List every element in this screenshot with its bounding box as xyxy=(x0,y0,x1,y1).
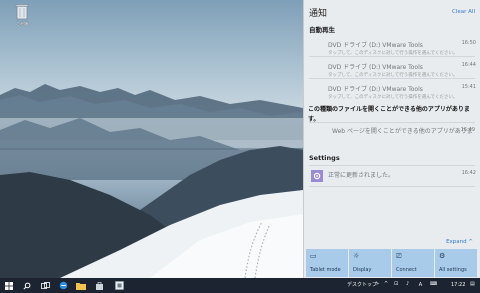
settings-group-title: Settings xyxy=(309,154,340,162)
divider xyxy=(309,122,475,123)
notification-time: 16:44 xyxy=(461,62,476,68)
notification-time: 16:42 xyxy=(461,170,476,176)
chevron-up-icon: ^ xyxy=(468,239,473,245)
connect-icon: ⎚ xyxy=(396,252,402,260)
notification-settings[interactable]: 正常に更新されました。 16:42 xyxy=(328,170,476,179)
recycle-bin-shortcut[interactable]: ごみ箱 xyxy=(12,3,32,29)
settings-gear-icon: ⚙ xyxy=(439,252,446,260)
notification-time: 15:41 xyxy=(461,84,476,90)
notification-title: DVD ドライブ (D:) VMware Tools xyxy=(328,86,423,93)
notification-autoplay-3[interactable]: DVD ドライブ (D:) VMware Tools タップして、このディスクに… xyxy=(328,84,476,100)
expand-quick-actions[interactable]: Expand ^ xyxy=(446,239,473,245)
notification-subtitle: タップして、このディスクに対して行う操作を選んでください。 xyxy=(328,95,458,100)
volume-icon[interactable]: ♪ xyxy=(406,281,409,287)
clock[interactable]: 17:22 xyxy=(451,282,465,288)
notification-time: 16:50 xyxy=(461,40,476,46)
keyboard-icon[interactable]: ⌨ xyxy=(430,281,437,287)
expand-label: Expand xyxy=(446,239,467,245)
taskbar: デスクトップ » ^ ⊡ ♪ Ａ ⌨ 17:22 ▤ xyxy=(0,278,480,293)
recycle-bin-label: ごみ箱 xyxy=(16,21,28,26)
vmware-tools-button[interactable] xyxy=(112,278,126,293)
recycle-bin-icon xyxy=(15,4,29,20)
folder-icon xyxy=(76,282,86,290)
display-icon: ☼ xyxy=(353,252,360,260)
notification-time: 16:49 xyxy=(460,127,475,133)
chevron-up-icon[interactable]: ^ xyxy=(384,281,388,287)
tile-label: Display xyxy=(353,267,372,273)
notification-autoplay-2[interactable]: DVD ドライブ (D:) VMware Tools タップして、このディスクに… xyxy=(328,62,476,78)
divider xyxy=(309,78,475,79)
action-center-title: 通知 xyxy=(309,9,328,19)
gear-icon xyxy=(313,172,321,180)
settings-app-icon xyxy=(311,170,323,182)
clear-all-link[interactable]: Clear All xyxy=(452,9,475,15)
tile-label: Tablet mode xyxy=(310,267,341,273)
start-button[interactable] xyxy=(2,278,16,293)
divider xyxy=(309,56,475,57)
autoplay-group-title: 自動再生 xyxy=(309,26,335,34)
quick-action-tablet-mode[interactable]: ▭ Tablet mode xyxy=(306,249,348,277)
windows-logo-icon xyxy=(5,281,13,290)
quick-action-connect[interactable]: ⎚ Connect xyxy=(392,249,434,277)
network-icon[interactable]: ⊡ xyxy=(394,281,398,287)
tile-label: Connect xyxy=(396,267,417,273)
tablet-mode-icon: ▭ xyxy=(310,252,317,260)
store-bag-icon xyxy=(95,282,103,290)
search-button[interactable] xyxy=(20,278,34,293)
autoplay-message-line1[interactable]: この種類のファイルを開くことができる他のアプリがありま xyxy=(308,104,470,113)
edge-browser-icon xyxy=(59,281,67,290)
search-icon xyxy=(23,282,31,290)
task-view-icon xyxy=(40,281,50,289)
divider xyxy=(309,186,475,187)
quick-action-all-settings[interactable]: ⚙ All settings xyxy=(435,249,477,277)
vmware-icon xyxy=(114,281,124,290)
quick-action-display[interactable]: ☼ Display xyxy=(349,249,391,277)
notification-icon[interactable]: ▤ xyxy=(470,281,475,287)
file-explorer-button[interactable] xyxy=(74,278,88,293)
notification-title: DVD ドライブ (D:) VMware Tools xyxy=(328,64,423,71)
ime-icon[interactable]: Ａ xyxy=(418,281,423,288)
chevron-right-icon[interactable]: » xyxy=(376,281,379,287)
web-page-apps-message[interactable]: Web ページを開くことができる他のアプリがありま xyxy=(332,126,473,135)
desktop-toolbar-label[interactable]: デスクトップ xyxy=(347,281,377,288)
notification-title: DVD ドライブ (D:) VMware Tools xyxy=(328,42,423,49)
task-view-button[interactable] xyxy=(38,278,52,293)
divider xyxy=(309,165,475,166)
notification-title: 正常に更新されました。 xyxy=(328,172,395,179)
tile-label: All settings xyxy=(439,267,467,273)
action-center-panel: 通知 Clear All 自動再生 DVD ドライブ (D:) VMware T… xyxy=(303,0,480,278)
store-button[interactable] xyxy=(92,278,106,293)
notification-autoplay-1[interactable]: DVD ドライブ (D:) VMware Tools タップして、このディスクに… xyxy=(328,40,476,56)
edge-browser-button[interactable] xyxy=(56,278,70,293)
